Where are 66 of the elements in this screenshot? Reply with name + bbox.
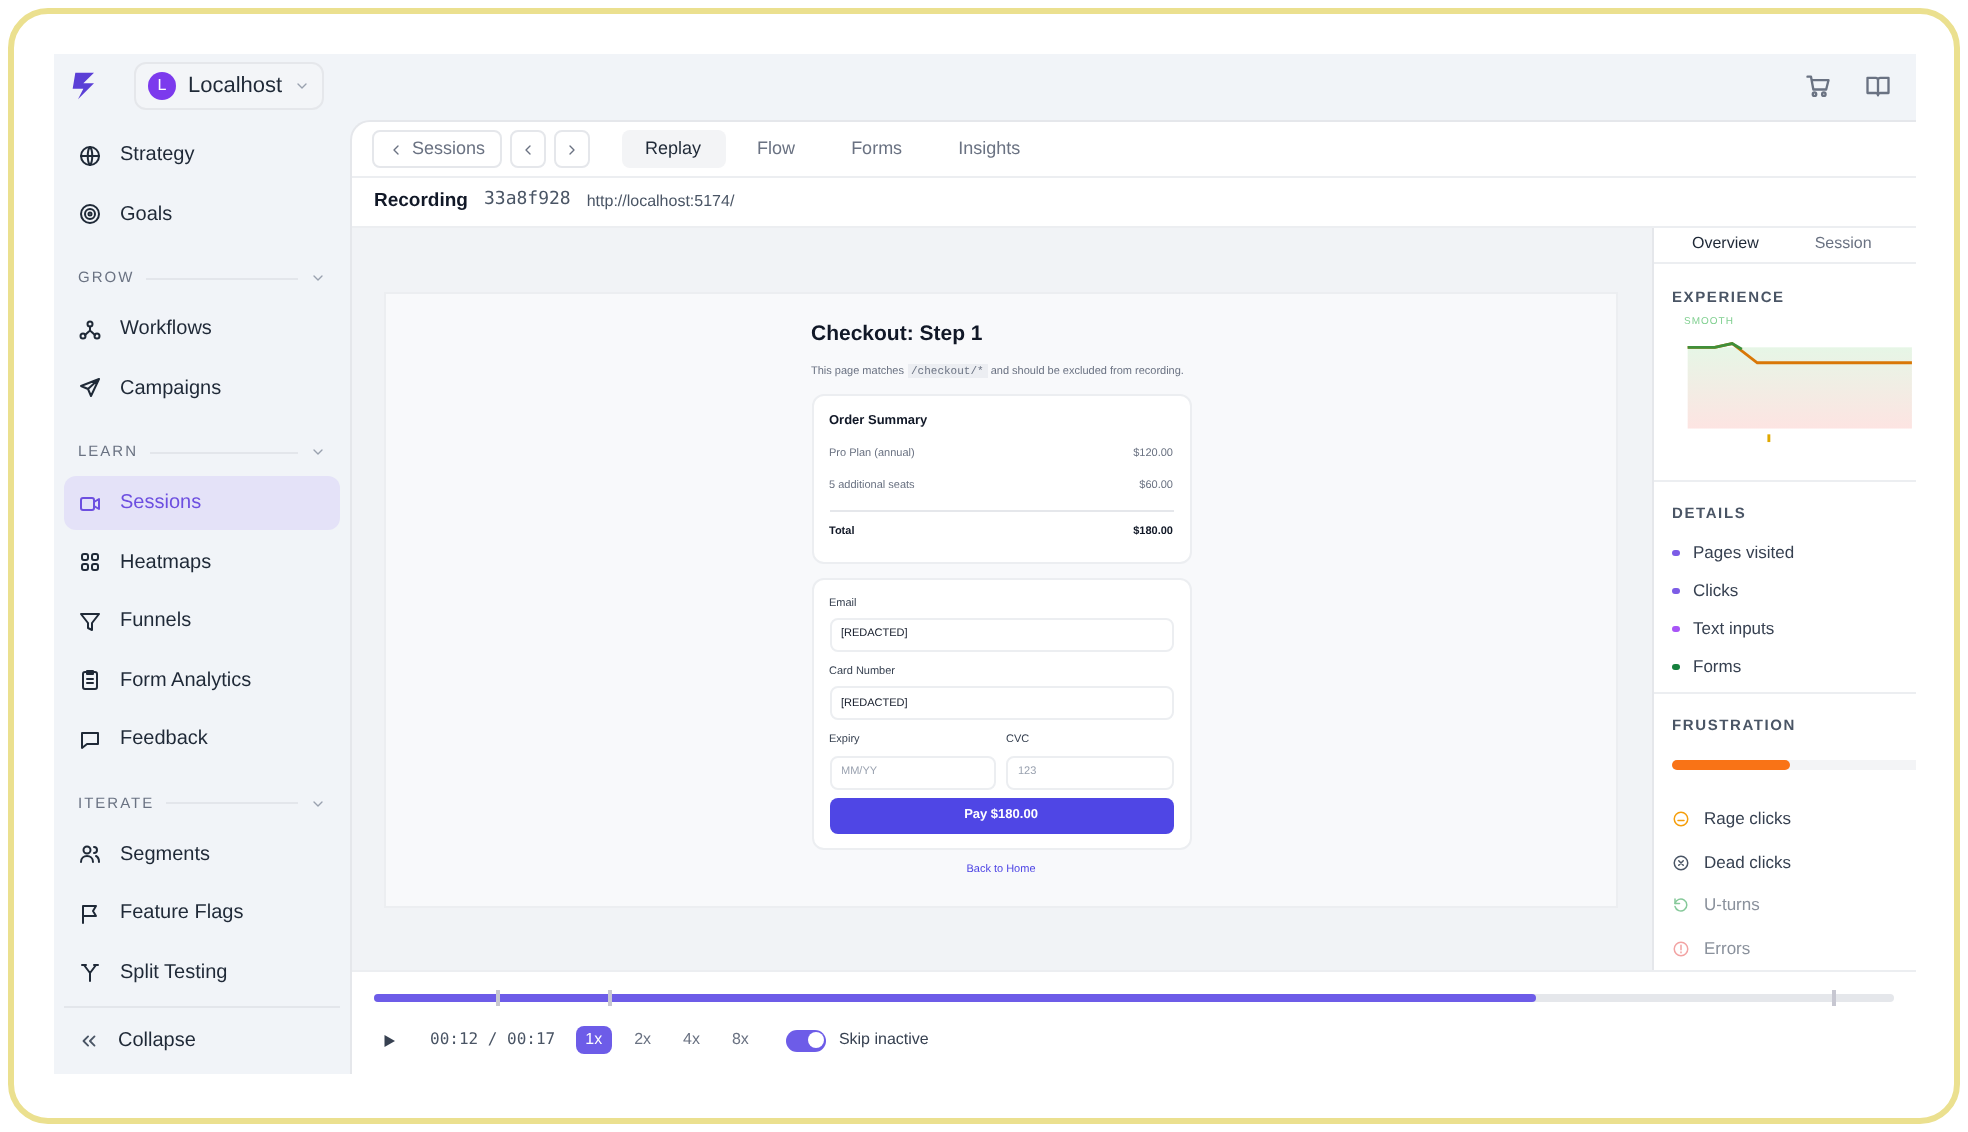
flag-icon xyxy=(78,901,102,925)
speed-button[interactable]: 8x xyxy=(721,1026,759,1054)
chevron-left-icon xyxy=(388,141,404,157)
frustration-label: U-turns xyxy=(1704,892,1760,919)
workspace-switcher[interactable]: L Localhost xyxy=(134,62,325,110)
nav-item[interactable]: Feedback xyxy=(64,712,340,766)
detail-label: Clicks xyxy=(1693,577,1739,604)
speech-bubble-icon xyxy=(78,727,102,751)
undo-arrow-icon xyxy=(1672,896,1690,915)
detail-label: Forms xyxy=(1693,653,1742,680)
nav-item[interactable]: Funnels xyxy=(64,594,340,648)
funnel-icon xyxy=(78,609,102,633)
speed-button[interactable]: 2x xyxy=(624,1026,662,1054)
nav-item[interactable]: Workflows xyxy=(64,302,340,356)
nav-item[interactable]: Segments xyxy=(64,827,340,881)
time-display: 00:12 / 00:17 xyxy=(430,1028,556,1052)
video-camera-icon xyxy=(78,491,102,515)
nav-item[interactable]: Strategy xyxy=(64,128,340,182)
frustration-label: Dead clicks xyxy=(1704,849,1791,876)
nodes-icon xyxy=(78,317,102,341)
progress-track[interactable] xyxy=(374,994,1894,1002)
grid-icon xyxy=(78,550,102,574)
avatar: L xyxy=(148,72,176,100)
nav-item[interactable]: Split Testing xyxy=(64,945,340,999)
tab[interactable]: Insights xyxy=(934,130,1045,168)
panel-tab[interactable]: Session xyxy=(1796,228,1890,262)
nav-item[interactable]: Campaigns xyxy=(64,361,340,415)
x-circle-icon xyxy=(1672,853,1690,872)
nav-item[interactable]: Feature Flags xyxy=(64,886,340,940)
chevron-down-icon xyxy=(294,78,311,94)
toggle-label: Skip inactive xyxy=(838,1028,929,1052)
frustration-label: Rage clicks xyxy=(1704,806,1791,833)
recording-url: http://localhost:5174/ xyxy=(586,190,735,214)
book-icon xyxy=(1864,72,1892,100)
recording-id: 33a8f928 xyxy=(483,188,571,215)
tab[interactable]: Forms xyxy=(827,130,927,168)
double-chevron-icon xyxy=(78,1030,100,1052)
collapse-button[interactable]: Collapse xyxy=(64,1006,340,1074)
progress-marker xyxy=(496,990,499,1006)
nav-item[interactable]: Heatmaps xyxy=(64,535,340,589)
frustration-label: Errors xyxy=(1704,935,1751,962)
progress-marker xyxy=(1832,990,1835,1006)
alert-circle-icon xyxy=(1672,939,1690,958)
users-icon xyxy=(78,842,102,866)
nav-item[interactable]: Goals xyxy=(64,187,340,241)
cart-icon xyxy=(1804,72,1832,100)
page-title: Checkout: Step 1 xyxy=(811,320,985,350)
detail-label: Pages visited xyxy=(1693,539,1795,566)
tab[interactable]: Replay xyxy=(621,130,726,168)
clipboard-icon xyxy=(78,668,102,692)
target-icon xyxy=(78,202,102,226)
globe-icon xyxy=(78,143,102,167)
paper-plane-icon xyxy=(78,376,102,400)
panel-tab[interactable]: Overview xyxy=(1674,228,1777,262)
nav-item[interactable]: Form Analytics xyxy=(64,653,340,707)
split-arrows-icon xyxy=(78,960,102,984)
speed-button[interactable]: 4x xyxy=(673,1026,710,1054)
back-button[interactable]: Sessions xyxy=(372,130,502,168)
nav-item[interactable]: Sessions xyxy=(64,476,340,530)
detail-label: Text inputs xyxy=(1693,615,1775,642)
speed-button[interactable]: 1x xyxy=(575,1026,613,1054)
tab[interactable]: Flow xyxy=(733,130,820,168)
play-icon xyxy=(379,1031,397,1049)
toggle-switch[interactable] xyxy=(786,1029,827,1051)
recording-label: Recording xyxy=(374,187,468,216)
progress-marker xyxy=(608,990,611,1006)
